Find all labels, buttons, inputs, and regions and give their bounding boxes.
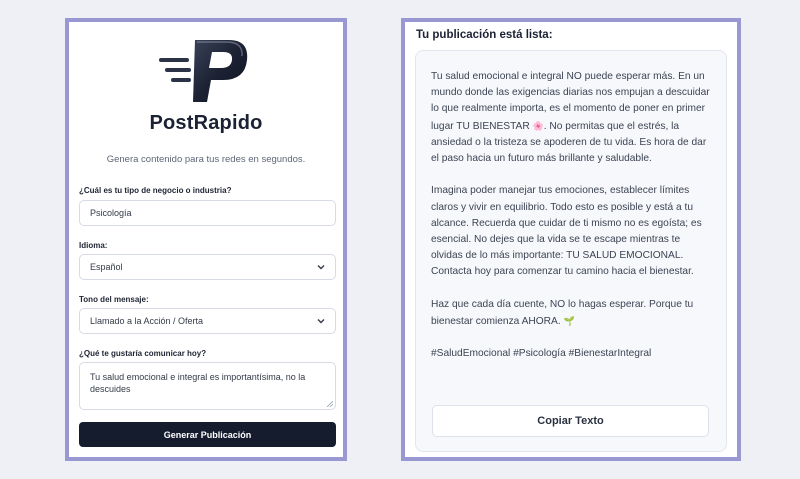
brand-name: PostRapido (149, 112, 263, 134)
message-textarea-value: Tu salud emocional e integral es importa… (90, 372, 306, 394)
flower-emoji-icon: 🌸 (532, 120, 544, 131)
language-select-value: Español (90, 262, 123, 272)
generate-post-button[interactable]: Generar Publicación (79, 422, 336, 447)
tone-select[interactable]: Llamado a la Acción / Oferta (79, 308, 336, 334)
post-paragraph-1: Tu salud emocional e integral NO puede e… (431, 69, 714, 167)
business-input-value: Psicología (90, 208, 132, 218)
chevron-down-icon (317, 319, 325, 324)
result-panel: Tu publicación está lista: Tu salud emoc… (401, 18, 741, 461)
message-textarea[interactable]: Tu salud emocional e integral es importa… (79, 362, 336, 410)
post-paragraph-2: Imagina poder manejar tus emociones, est… (431, 185, 702, 278)
business-label: ¿Cuál es tu tipo de negocio o industria? (79, 186, 232, 195)
result-title: Tu publicación está lista: (416, 29, 553, 41)
generated-post-text: Tu salud emocional e integral NO puede e… (431, 69, 714, 363)
language-select[interactable]: Español (79, 254, 336, 280)
postrapido-logo-icon (159, 40, 248, 102)
copy-text-button[interactable]: Copiar Texto (432, 405, 709, 437)
business-input[interactable]: Psicología (79, 200, 336, 226)
chevron-down-icon (317, 265, 325, 270)
language-label: Idioma: (79, 241, 108, 250)
post-hashtags: #SaludEmocional #Psicología #BienestarIn… (431, 348, 652, 360)
post-paragraph-3a: Haz que cada día cuente, NO lo hagas esp… (431, 298, 694, 328)
post-paragraph-3: Haz que cada día cuente, NO lo hagas esp… (431, 297, 714, 330)
resize-grip-icon[interactable] (327, 401, 333, 407)
generated-post-card: Tu salud emocional e integral NO puede e… (415, 50, 727, 452)
tone-select-value: Llamado a la Acción / Oferta (90, 316, 204, 326)
generator-form-panel: PostRapido Genera contenido para tus red… (65, 18, 347, 461)
brand-tagline: Genera contenido para tus redes en segun… (106, 154, 306, 165)
message-label: ¿Qué te gustaría comunicar hoy? (79, 349, 207, 358)
seedling-emoji-icon: 🌱 (563, 316, 575, 327)
tone-label: Tono del mensaje: (79, 295, 149, 304)
